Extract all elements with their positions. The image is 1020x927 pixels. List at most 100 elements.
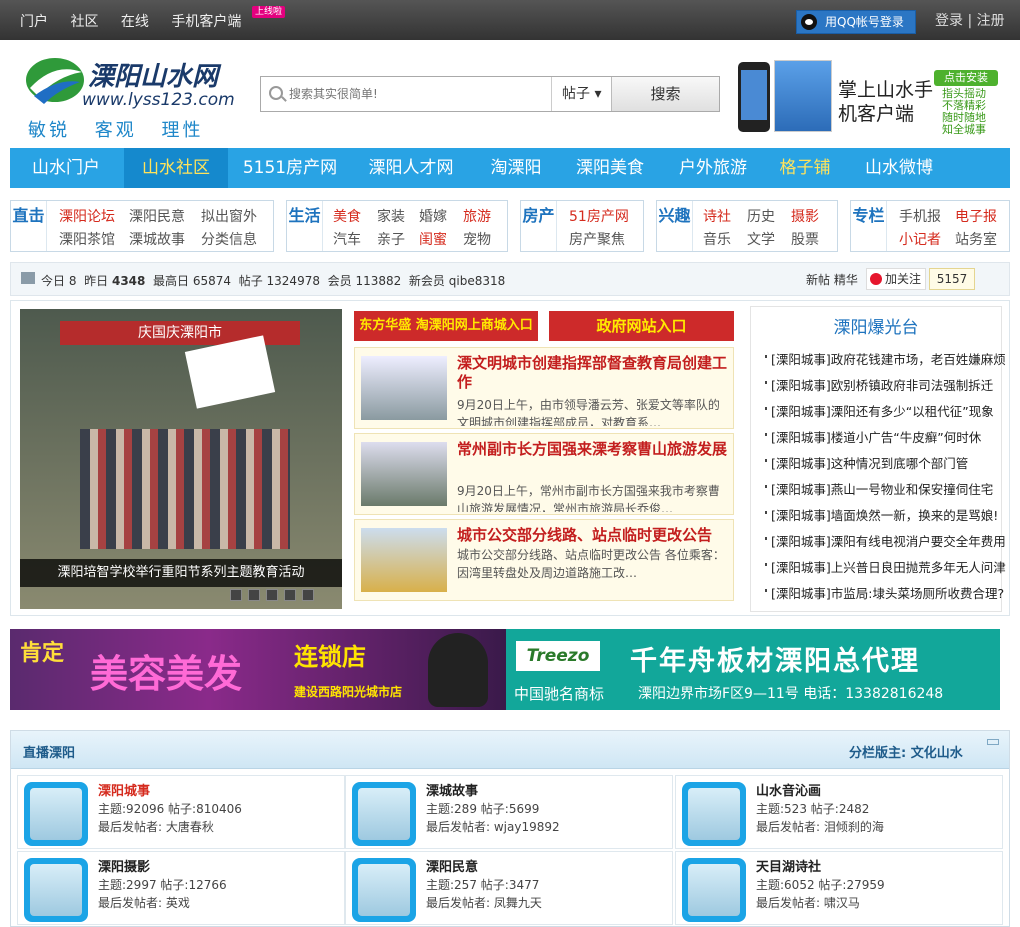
home-icon[interactable]: [21, 272, 35, 284]
board-icon[interactable]: [24, 782, 88, 846]
board-cell[interactable]: 溧阳摄影 主题:2997 帖子:12766 最后发帖者: 英戏: [17, 851, 345, 925]
exposure-title[interactable]: 溧阳爆光台: [751, 313, 1001, 338]
board-name[interactable]: 溧城故事: [426, 780, 478, 799]
subnav-link[interactable]: 51房产网: [569, 206, 629, 226]
search-input[interactable]: [289, 83, 549, 105]
subnav-link[interactable]: 溧阳论坛: [59, 206, 115, 226]
subnav-link[interactable]: 文学: [747, 229, 775, 249]
subnav-link[interactable]: 家装: [377, 206, 405, 226]
collapse-icon[interactable]: [987, 739, 999, 745]
gov-site-banner[interactable]: 政府网站入口: [549, 311, 734, 341]
subnav-link[interactable]: 摄影: [791, 206, 819, 226]
forum-title[interactable]: 直播溧阳: [23, 742, 75, 761]
news-item[interactable]: 溧文明城市创建指挥部督查教育局创建工作 9月20日上午，由市领导潘云芳、张爱文等…: [354, 347, 734, 429]
subnav-link[interactable]: 房产聚焦: [569, 229, 625, 249]
slide-dot[interactable]: [248, 589, 260, 601]
subnav-link[interactable]: 历史: [747, 206, 775, 226]
new-posts-link[interactable]: 新帖: [806, 273, 830, 287]
nav-travel[interactable]: 户外旅游: [666, 148, 760, 188]
digest-link[interactable]: 精华: [834, 273, 858, 287]
board-icon[interactable]: [352, 782, 416, 846]
subnav-link[interactable]: 分类信息: [201, 229, 257, 249]
board-icon[interactable]: [352, 858, 416, 922]
board-icon[interactable]: [682, 858, 746, 922]
nav-shanshui-community[interactable]: 山水社区: [124, 148, 228, 188]
subnav-link[interactable]: 宠物: [463, 229, 491, 249]
board-name[interactable]: 溧阳城事: [98, 780, 150, 799]
treezo-board-ad[interactable]: Treezo 千年舟板材溧阳总代理 中国驰名商标 溧阳边界市场F区9—11号 电…: [506, 629, 1000, 710]
board-name[interactable]: 山水音沁画: [756, 780, 821, 799]
subnav-link[interactable]: 溧阳民意: [129, 206, 185, 226]
board-name[interactable]: 天目湖诗社: [756, 856, 821, 875]
search-button[interactable]: 搜索: [611, 77, 719, 111]
subnav-link[interactable]: 诗社: [703, 206, 731, 226]
qq-login-button[interactable]: 用QQ帐号登录: [796, 10, 916, 34]
exposure-item[interactable]: [溧阳城事]楼道小广告“牛皮癣”何时休: [765, 427, 1006, 453]
news-item[interactable]: 城市公交部分线路、站点临时更改公告 城市公交部分线路、站点临时更改公告 各位乘客…: [354, 519, 734, 601]
top-nav-online[interactable]: 在线: [121, 14, 149, 30]
nav-5151-house[interactable]: 5151房产网: [232, 148, 348, 188]
moderator-link[interactable]: 文化山水: [911, 746, 963, 761]
exposure-item[interactable]: [溧阳城事]政府花钱建市场，老百姓嫌麻烦: [765, 349, 1006, 375]
mall-entry-banner[interactable]: 东方华盛 淘溧阳网上商城入口: [354, 311, 538, 341]
site-logo[interactable]: 溧阳山水网 www.lyss123.com 敏锐 客观 理性: [24, 52, 254, 142]
board-cell[interactable]: 溧城故事 主题:289 帖子:5699 最后发帖者: wjay19892: [345, 775, 673, 849]
install-button[interactable]: 点击安装: [934, 70, 998, 86]
subnav-link[interactable]: 美食: [333, 206, 361, 226]
board-name[interactable]: 溧阳民意: [426, 856, 478, 875]
nav-gezipu[interactable]: 格子铺: [770, 148, 840, 188]
photo-slider[interactable]: 庆国庆溧阳市 溧阳培智学校举行重阳节系列主题教育活动: [20, 309, 342, 609]
exposure-item[interactable]: [溧阳城事]市监局:埭头菜场厕所收费合理?: [765, 583, 1006, 609]
subnav-link[interactable]: 手机报: [899, 206, 941, 226]
nav-shanshui-portal[interactable]: 山水门户: [10, 148, 122, 188]
news-title[interactable]: 常州副市长方国强来溧考察曹山旅游发展: [457, 440, 729, 459]
exposure-item[interactable]: [溧阳城事]欧别桥镇政府非司法强制拆迁: [765, 375, 1006, 401]
exposure-item[interactable]: [溧阳城事]溧阳还有多少“以租代征”现象: [765, 401, 1006, 427]
exposure-item[interactable]: [溧阳城事]燕山一号物业和保安撞伺住宅: [765, 479, 1006, 505]
weibo-follow-button[interactable]: 加关注: [866, 268, 926, 290]
subnav-link[interactable]: 溧阳茶馆: [59, 229, 115, 249]
board-cell[interactable]: 溧阳城事 主题:92096 帖子:810406 最后发帖者: 大唐春秋: [17, 775, 345, 849]
exposure-item[interactable]: [溧阳城事]上兴普日良田抛荒多年无人问津: [765, 557, 1006, 583]
exposure-item[interactable]: [溧阳城事]这种情况到底哪个部门管: [765, 453, 1006, 479]
slide-dot[interactable]: [266, 589, 278, 601]
beauty-salon-ad[interactable]: 肯定 美容美发 连锁店 建设西路阳光城市店: [10, 629, 506, 710]
subnav-link[interactable]: 婚嫁: [419, 206, 447, 226]
slide-caption[interactable]: 溧阳培智学校举行重阳节系列主题教育活动: [20, 559, 342, 587]
subnav-link[interactable]: 亲子: [377, 229, 405, 249]
subnav-link[interactable]: 站务室: [955, 229, 997, 249]
top-nav-community[interactable]: 社区: [70, 14, 98, 30]
board-name[interactable]: 溧阳摄影: [98, 856, 150, 875]
subnav-link[interactable]: 电子报: [955, 206, 997, 226]
board-icon[interactable]: [682, 782, 746, 846]
mobile-client-promo[interactable]: 掌上山水手机客户端 点击安装 指头摇动 不落精彩 随时随地 知全城事: [730, 52, 1000, 142]
subnav-link[interactable]: 闺蜜: [419, 229, 447, 249]
slide-dot[interactable]: [302, 589, 314, 601]
subnav-link[interactable]: 小记者: [899, 229, 941, 249]
news-title[interactable]: 溧文明城市创建指挥部督查教育局创建工作: [457, 354, 729, 392]
board-cell[interactable]: 天目湖诗社 主题:6052 帖子:27959 最后发帖者: 啸汉马: [675, 851, 1003, 925]
subnav-link[interactable]: 旅游: [463, 206, 491, 226]
top-nav-portal[interactable]: 门户: [20, 14, 48, 30]
slide-dot[interactable]: [230, 589, 242, 601]
slide-dot[interactable]: [284, 589, 296, 601]
subnav-link[interactable]: 溧城故事: [129, 229, 185, 249]
nav-weibo[interactable]: 山水微博: [854, 148, 944, 188]
exposure-item[interactable]: [溧阳城事]溧阳有线电视消户要交全年费用: [765, 531, 1006, 557]
news-item[interactable]: 常州副市长方国强来溧考察曹山旅游发展 9月20日上午，常州市副市长方国强来我市考…: [354, 433, 734, 515]
board-cell[interactable]: 山水音沁画 主题:523 帖子:2482 最后发帖者: 泪倾刹的海: [675, 775, 1003, 849]
news-title[interactable]: 城市公交部分线路、站点临时更改公告: [457, 526, 729, 545]
register-link[interactable]: 注册: [977, 13, 1005, 29]
board-icon[interactable]: [24, 858, 88, 922]
new-member-link[interactable]: qibe8318: [449, 274, 506, 288]
subnav-link[interactable]: 拟出窗外: [201, 206, 257, 226]
board-cell[interactable]: 溧阳民意 主题:257 帖子:3477 最后发帖者: 凤舞九天: [345, 851, 673, 925]
nav-tao-liyang[interactable]: 淘溧阳: [476, 148, 556, 188]
exposure-item[interactable]: [溧阳城事]墙面焕然一新，换来的是骂娘!: [765, 505, 1006, 531]
login-link[interactable]: 登录: [935, 13, 963, 29]
search-type-select[interactable]: 帖子 ▾: [551, 77, 611, 111]
nav-food[interactable]: 溧阳美食: [566, 148, 654, 188]
subnav-link[interactable]: 音乐: [703, 229, 731, 249]
nav-talent[interactable]: 溧阳人才网: [358, 148, 464, 188]
subnav-link[interactable]: 汽车: [333, 229, 361, 249]
